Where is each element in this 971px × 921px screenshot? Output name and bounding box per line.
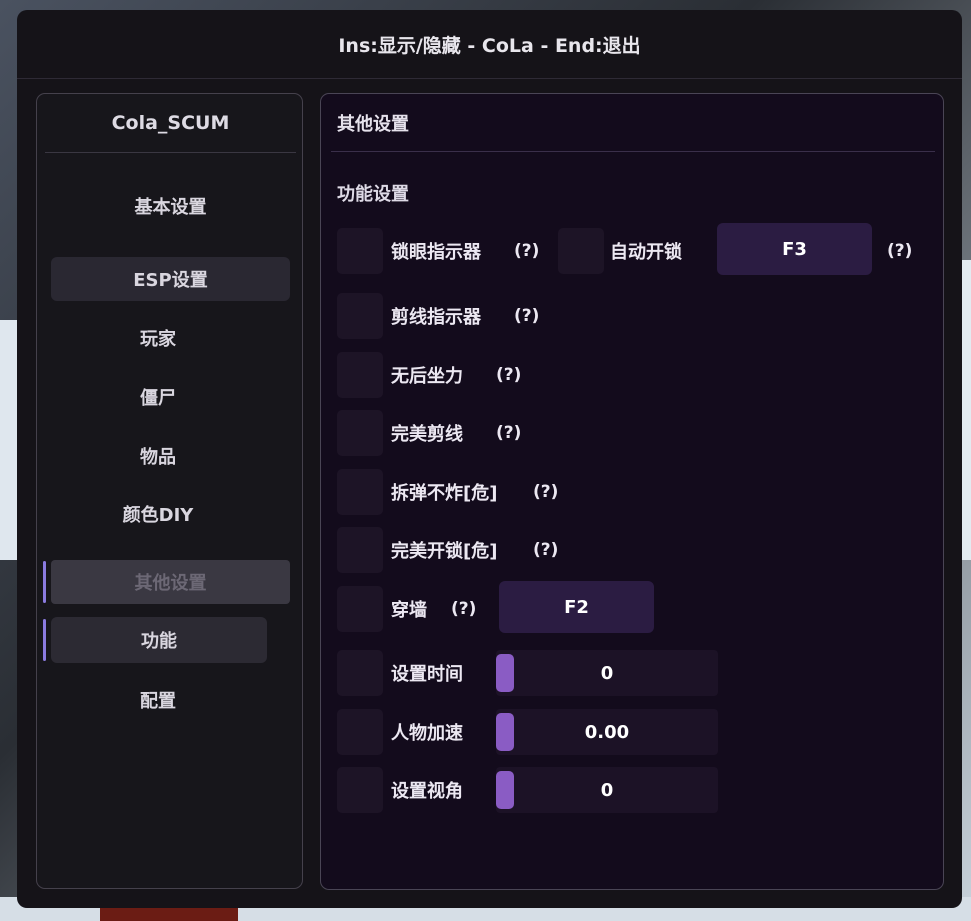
feature-row-wallhack: 穿墙 (?) F2 [321, 581, 941, 634]
sidebar-item-players[interactable]: 玩家 [51, 316, 265, 360]
sidebar-active-marker [43, 561, 46, 603]
feature-row-lock-indicator: 锁眼指示器 (?) 自动开锁 F3 (?) [321, 223, 941, 276]
perfect-cut-label: 完美剪线 [391, 424, 463, 445]
perfect-cut-help[interactable]: (?) [496, 410, 521, 456]
fov-checkbox[interactable] [337, 767, 383, 813]
set-time-checkbox[interactable] [337, 650, 383, 696]
no-recoil-checkbox[interactable] [337, 352, 383, 398]
set-time-label: 设置时间 [391, 664, 463, 685]
auto-unlock-help[interactable]: (?) [887, 228, 912, 274]
window-title[interactable]: Ins:显示/隐藏 - CoLa - End:退出 [17, 10, 962, 79]
sidebar-item-config[interactable]: 配置 [51, 678, 265, 722]
perfect-lockpick-help[interactable]: (?) [533, 527, 558, 573]
wire-indicator-help[interactable]: (?) [514, 293, 539, 339]
feature-row-perfect-lockpick: 完美开锁[危] (?) [321, 527, 941, 575]
speed-value: 0.00 [584, 721, 630, 743]
sidebar-item-functions[interactable]: 功能 [51, 617, 267, 663]
set-time-slider[interactable]: 0 [496, 650, 718, 696]
defuse-help[interactable]: (?) [533, 469, 558, 515]
feature-row-no-recoil: 无后坐力 (?) [321, 352, 941, 400]
lock-indicator-checkbox[interactable] [337, 228, 383, 274]
auto-unlock-hotkey-button[interactable]: F3 [717, 223, 872, 275]
sidebar-item-other-settings[interactable]: 其他设置 [51, 560, 290, 604]
main-panel: 其他设置 功能设置 锁眼指示器 (?) 自动开锁 F3 (?) 剪线指示器 (?… [320, 93, 944, 890]
wallhack-label: 穿墙 [391, 600, 427, 621]
set-time-value: 0 [600, 662, 614, 684]
wire-indicator-checkbox[interactable] [337, 293, 383, 339]
perfect-lockpick-label: 完美开锁[危] [391, 541, 498, 562]
fov-label: 设置视角 [391, 781, 463, 802]
perfect-cut-checkbox[interactable] [337, 410, 383, 456]
section-title: 功能设置 [337, 184, 409, 205]
sidebar-title: Cola_SCUM [45, 94, 296, 153]
fov-value: 0 [600, 779, 614, 801]
feature-row-defuse: 拆弹不炸[危] (?) [321, 469, 941, 517]
no-recoil-help[interactable]: (?) [496, 352, 521, 398]
wire-indicator-label: 剪线指示器 [391, 307, 481, 328]
fov-slider-handle[interactable] [496, 771, 514, 809]
auto-unlock-label: 自动开锁 [610, 242, 682, 263]
speed-slider[interactable]: 0.00 [496, 709, 718, 755]
sidebar-item-esp-settings[interactable]: ESP设置 [51, 257, 290, 301]
sidebar-selected-marker [43, 619, 46, 661]
sidebar: Cola_SCUM 基本设置 ESP设置 玩家 僵尸 物品 颜色DIY 其他设置… [36, 93, 303, 889]
sidebar-item-zombies[interactable]: 僵尸 [51, 375, 265, 419]
sidebar-item-items[interactable]: 物品 [51, 434, 265, 478]
sidebar-item-basic-settings[interactable]: 基本设置 [51, 184, 290, 228]
wallhack-hotkey-button[interactable]: F2 [499, 581, 654, 633]
defuse-checkbox[interactable] [337, 469, 383, 515]
page-title: 其他设置 [331, 94, 935, 152]
set-time-slider-handle[interactable] [496, 654, 514, 692]
speed-slider-handle[interactable] [496, 713, 514, 751]
lock-indicator-label: 锁眼指示器 [391, 242, 481, 263]
wallhack-checkbox[interactable] [337, 586, 383, 632]
fov-slider[interactable]: 0 [496, 767, 718, 813]
perfect-lockpick-checkbox[interactable] [337, 527, 383, 573]
auto-unlock-checkbox[interactable] [558, 228, 604, 274]
sidebar-item-color-diy[interactable]: 颜色DIY [51, 492, 265, 536]
wallhack-help[interactable]: (?) [451, 586, 476, 632]
slider-row-fov: 设置视角 0 [321, 767, 941, 815]
slider-row-set-time: 设置时间 0 [321, 650, 941, 698]
no-recoil-label: 无后坐力 [391, 366, 463, 387]
lock-indicator-help[interactable]: (?) [514, 228, 539, 274]
defuse-label: 拆弹不炸[危] [391, 483, 498, 504]
speed-checkbox[interactable] [337, 709, 383, 755]
feature-row-wire-indicator: 剪线指示器 (?) [321, 293, 941, 341]
slider-row-speed: 人物加速 0.00 [321, 709, 941, 757]
feature-row-perfect-cut: 完美剪线 (?) [321, 410, 941, 458]
speed-label: 人物加速 [391, 723, 463, 744]
cheat-menu-window: Ins:显示/隐藏 - CoLa - End:退出 Cola_SCUM 基本设置… [17, 10, 962, 908]
